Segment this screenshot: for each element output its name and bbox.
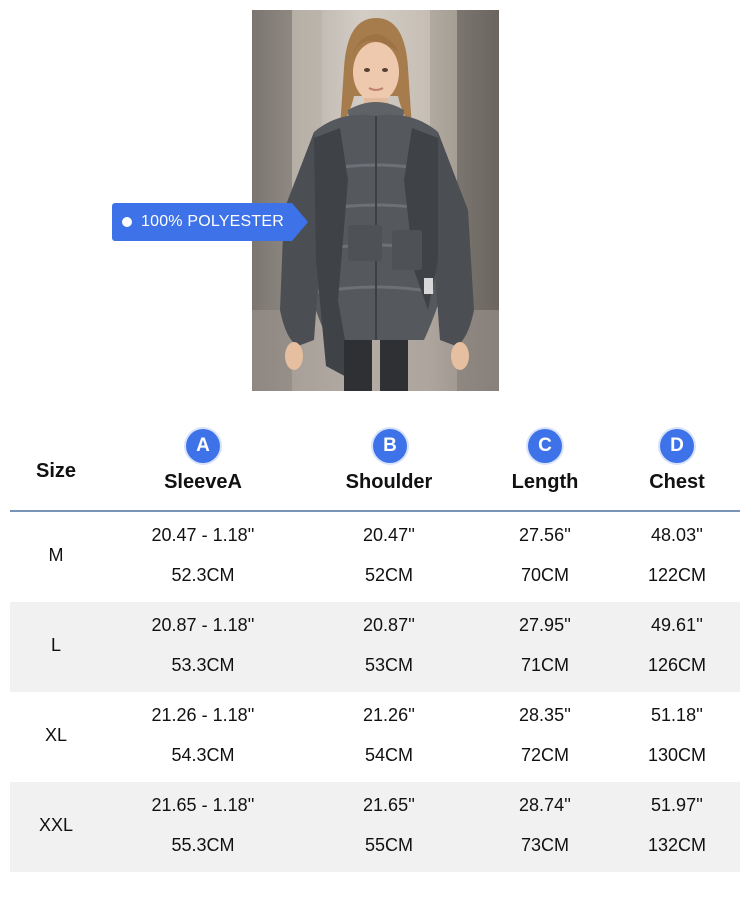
sleeve-cm-cell: 54.3CM: [171, 745, 235, 765]
shoulder-cm-cell: 52CM: [364, 565, 414, 585]
table-row: M 20.47 - 1.18'' 52.3CM 20.47'' 52CM 27.…: [10, 512, 740, 602]
shoulder-inch-cell: 20.47'': [363, 525, 415, 545]
length-cm-cell: 71CM: [520, 655, 570, 675]
chest-cm-cell: 132CM: [647, 835, 707, 855]
model-wearing-puffer-jacket-image: [252, 10, 499, 391]
shoulder-cm-cell: 54CM: [364, 745, 414, 765]
size-chart-table: Size A SleeveA B Shoulder C Length D Che…: [10, 420, 740, 872]
size-cell: XXL: [38, 815, 74, 835]
sleeve-inch-cell: 21.65 - 1.18'': [151, 795, 255, 815]
chest-inch-cell: 51.18'': [651, 705, 703, 725]
table-row: XXL 21.65 - 1.18'' 55.3CM 21.65'' 55CM 2…: [10, 782, 740, 872]
material-label: 100% POLYESTER: [141, 213, 285, 230]
column-label-chest: Chest: [649, 471, 705, 493]
chest-cm-cell: 130CM: [647, 745, 707, 765]
shoulder-inch-cell: 21.65'': [363, 795, 415, 815]
badge-b-icon: B: [373, 429, 407, 463]
bullet-dot-icon: [122, 217, 132, 227]
badge-c-icon: C: [528, 429, 562, 463]
chest-inch-cell: 51.97'': [651, 795, 703, 815]
badge-d-icon: D: [660, 429, 694, 463]
chest-inch-cell: 49.61'': [651, 615, 703, 635]
shoulder-inch-cell: 21.26'': [363, 705, 415, 725]
material-callout: 100% POLYESTER: [112, 203, 308, 241]
badge-a-icon: A: [186, 429, 220, 463]
product-photo: [252, 10, 499, 391]
column-label-shoulder: Shoulder: [345, 471, 433, 493]
chest-cm-cell: 122CM: [647, 565, 707, 585]
size-column-header: Size: [36, 460, 77, 482]
shoulder-cm-cell: 55CM: [364, 835, 414, 855]
length-inch-cell: 27.56'': [519, 525, 571, 545]
sleeve-inch-cell: 20.87 - 1.18'': [151, 615, 255, 635]
length-inch-cell: 28.35'': [519, 705, 571, 725]
shoulder-inch-cell: 20.87'': [363, 615, 415, 635]
sleeve-cm-cell: 55.3CM: [171, 835, 235, 855]
size-cell: M: [48, 545, 64, 565]
chest-inch-cell: 48.03'': [651, 525, 703, 545]
sleeve-cm-cell: 53.3CM: [171, 655, 235, 675]
length-cm-cell: 72CM: [520, 745, 570, 765]
column-label-length: Length: [511, 471, 579, 493]
length-inch-cell: 28.74'': [519, 795, 571, 815]
table-row: XL 21.26 - 1.18'' 54.3CM 21.26'' 54CM 28…: [10, 692, 740, 782]
size-cell: XL: [44, 725, 68, 745]
size-cell: L: [50, 635, 62, 655]
sleeve-cm-cell: 52.3CM: [171, 565, 235, 585]
length-cm-cell: 70CM: [520, 565, 570, 585]
table-row: L 20.87 - 1.18'' 53.3CM 20.87'' 53CM 27.…: [10, 602, 740, 692]
sleeve-inch-cell: 20.47 - 1.18'': [151, 525, 255, 545]
column-label-sleeve: SleeveA: [164, 471, 242, 493]
length-cm-cell: 73CM: [520, 835, 570, 855]
sleeve-inch-cell: 21.26 - 1.18'': [151, 705, 255, 725]
length-inch-cell: 27.95'': [519, 615, 571, 635]
shoulder-cm-cell: 53CM: [364, 655, 414, 675]
table-header: Size A SleeveA B Shoulder C Length D Che…: [10, 420, 740, 512]
chest-cm-cell: 126CM: [647, 655, 707, 675]
